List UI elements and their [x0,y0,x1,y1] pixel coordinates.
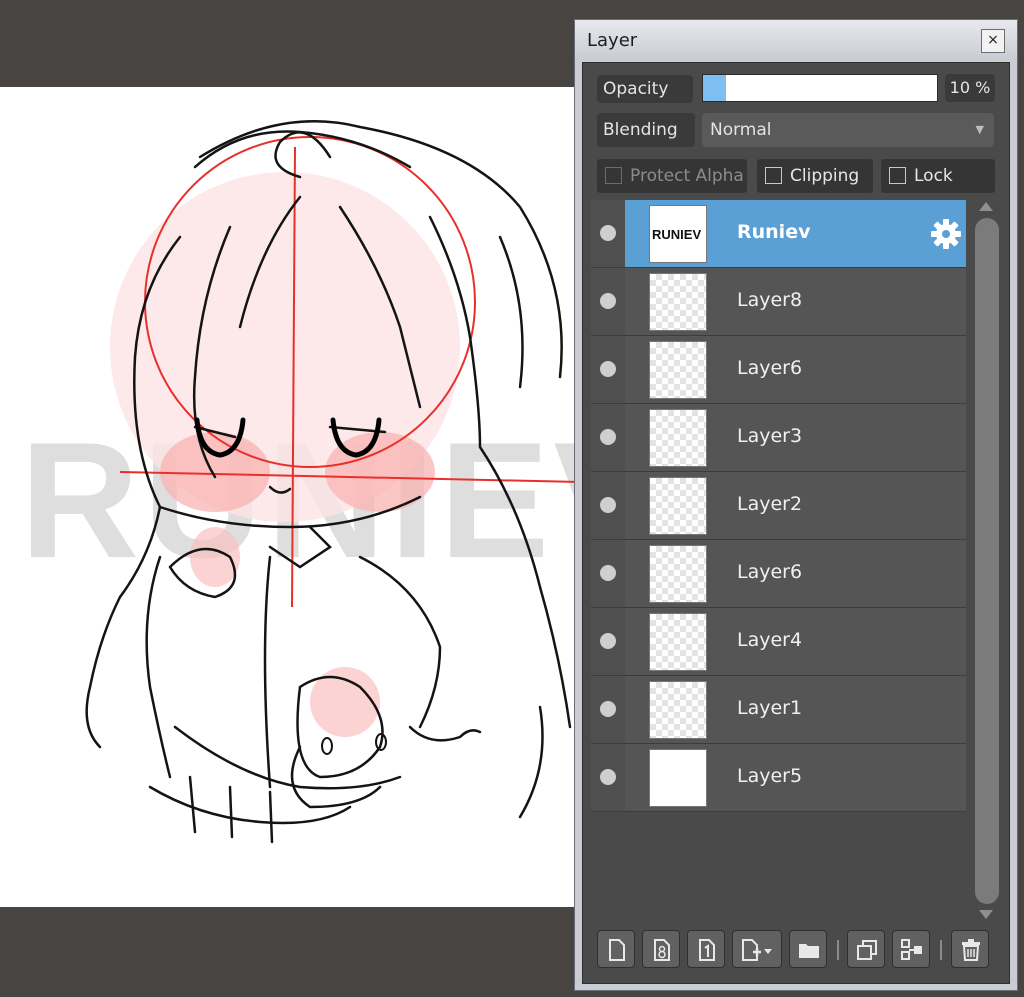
new-folder-button[interactable] [789,930,827,968]
layer-thumbnail [649,477,707,535]
panel-titlebar[interactable]: Layer × [575,20,1017,60]
new-8bit-layer-button[interactable] [642,930,680,968]
visibility-toggle[interactable] [591,404,625,471]
visibility-toggle[interactable] [591,200,625,267]
layer-thumbnail [649,409,707,467]
layer-toolbar [591,926,999,976]
protect-alpha-label: Protect Alpha [630,166,744,186]
protect-alpha-checkbox[interactable]: Protect Alpha [597,159,747,193]
toolbar-divider [940,940,942,960]
visibility-toggle[interactable] [591,472,625,539]
layer-row[interactable]: Layer5 [591,744,966,812]
visibility-toggle[interactable] [591,744,625,811]
gear-icon[interactable] [929,217,963,251]
layer-thumbnail [649,545,707,603]
layer-row[interactable]: Layer8 [591,268,966,336]
layer-row[interactable]: Layer3 [591,404,966,472]
layer-name: Layer6 [737,561,803,583]
layer-name: Layer5 [737,765,803,787]
layer-thumbnail [649,341,707,399]
layer-row[interactable]: Layer4 [591,608,966,676]
new-8bit-layer-icon [654,939,670,961]
scroll-down-arrow-icon[interactable] [979,910,993,919]
layer-row[interactable]: Layer6 [591,336,966,404]
blending-select[interactable]: Normal ▼ [702,113,994,147]
add-layer-dropdown-button[interactable] [732,930,782,968]
layer-panel: Layer × Opacity 10 % Blending Normal ▼ P… [574,19,1018,991]
layer-name: Layer8 [737,289,803,311]
eye-dot-icon [600,361,616,377]
opacity-slider[interactable] [702,74,938,102]
blending-label: Blending [597,113,695,147]
scroll-thumb[interactable] [975,218,999,904]
layer-list: RUNIEV Runiev Layer8 Layer6 Layer3 Layer… [591,200,967,910]
opacity-label: Opacity [597,75,693,103]
scroll-up-arrow-icon[interactable] [979,202,993,211]
layer-row[interactable]: Layer2 [591,472,966,540]
layer-thumbnail [649,749,707,807]
eye-dot-icon [600,633,616,649]
duplicate-layer-icon [857,940,877,960]
layer-row[interactable]: Layer6 [591,540,966,608]
layer-list-scrollbar[interactable] [974,200,999,922]
delete-layer-button[interactable] [951,930,989,968]
merge-down-button[interactable] [892,930,930,968]
layer-name: Layer4 [737,629,803,651]
drawing-canvas[interactable]: RUNIEV [0,87,580,907]
layer-thumbnail [649,273,707,331]
layer-thumbnail [649,613,707,671]
new-1bit-layer-button[interactable] [687,930,725,968]
visibility-toggle[interactable] [591,608,625,675]
layer-name: Layer3 [737,425,803,447]
toolbar-divider [837,940,839,960]
chevron-down-icon: ▼ [975,123,984,136]
visibility-toggle[interactable] [591,336,625,403]
layer-name: Layer6 [737,357,803,379]
new-folder-icon [799,944,819,958]
canvas-area[interactable]: RUNIEV [0,0,580,997]
opacity-value[interactable]: 10 % [945,74,995,102]
layer-name: Runiev [737,221,811,243]
visibility-toggle[interactable] [591,268,625,335]
layer-row[interactable]: Layer1 [591,676,966,744]
eye-dot-icon [600,293,616,309]
eye-dot-icon [600,701,616,717]
merge-down-icon [901,939,922,960]
delete-layer-icon [962,939,980,961]
eye-dot-icon [600,225,616,241]
checkbox-box [889,167,906,184]
duplicate-layer-button[interactable] [847,930,885,968]
new-1bit-layer-icon [699,939,715,961]
layer-thumbnail: RUNIEV [649,205,707,263]
panel-title: Layer [587,30,638,51]
layer-thumbnail [649,681,707,739]
panel-body: Opacity 10 % Blending Normal ▼ Protect A… [582,62,1010,984]
clipping-label: Clipping [790,166,860,186]
clipping-checkbox[interactable]: Clipping [757,159,873,193]
eye-dot-icon [600,565,616,581]
eye-dot-icon [600,497,616,513]
layer-name: Layer1 [737,697,803,719]
layer-row[interactable]: RUNIEV Runiev [591,200,966,268]
add-layer-dropdown-icon [742,939,772,961]
checkbox-box [765,167,782,184]
blending-value: Normal [710,120,772,140]
eye-dot-icon [600,429,616,445]
close-button[interactable]: × [981,29,1005,53]
layer-name: Layer2 [737,493,803,515]
lock-label: Lock [914,166,953,186]
visibility-toggle[interactable] [591,540,625,607]
sketch-artwork: RUNIEV [20,120,580,844]
lock-checkbox[interactable]: Lock [881,159,995,193]
new-layer-icon [609,939,625,961]
eye-dot-icon [600,769,616,785]
new-layer-button[interactable] [597,930,635,968]
opacity-slider-fill [703,75,727,101]
visibility-toggle[interactable] [591,676,625,743]
thumbnail-text: RUNIEV [652,227,701,242]
checkbox-box [605,167,622,184]
